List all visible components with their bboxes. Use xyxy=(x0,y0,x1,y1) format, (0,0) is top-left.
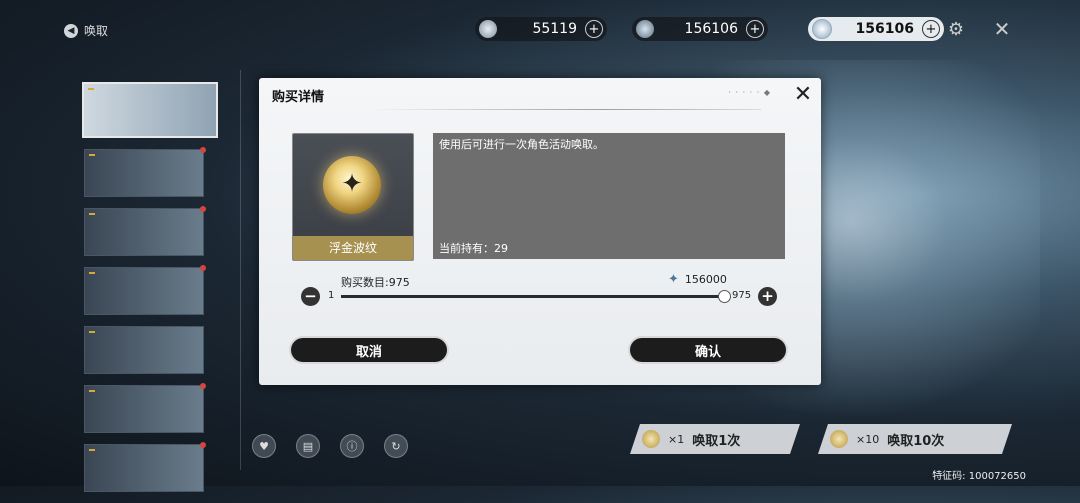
add-currency-button[interactable]: + xyxy=(922,20,940,38)
item-card: 浮金波纹 xyxy=(292,133,414,261)
lunite-icon xyxy=(636,20,654,38)
banner-list xyxy=(82,82,218,503)
header-rule xyxy=(369,109,761,110)
slider-min-label: 1 xyxy=(328,290,335,301)
banner-list-item[interactable] xyxy=(82,82,218,138)
pull-1-button[interactable]: ×1 唤取1次 xyxy=(630,424,800,454)
currency-astrite: 55119 + xyxy=(475,17,607,41)
pull-count: ×10 xyxy=(856,432,880,446)
astrite-icon xyxy=(479,20,497,38)
tide-icon xyxy=(812,19,832,39)
item-description-box: 使用后可进行一次角色活动唤取。 当前持有：29 xyxy=(433,133,785,259)
back-label: 唤取 xyxy=(84,24,109,38)
currency-value: 156106 xyxy=(855,21,914,37)
banner-list-item[interactable] xyxy=(84,206,206,256)
banner-tag xyxy=(89,390,95,392)
banner-tag xyxy=(89,272,95,274)
purchase-dialog: 购买详情 · · · · · ◆ ✕ 浮金波纹 使用后可进行一次角色活动唤取。 … xyxy=(259,78,821,385)
slider-thumb[interactable] xyxy=(718,290,731,303)
settings-icon[interactable]: ⚙ xyxy=(946,19,966,40)
notification-dot xyxy=(200,383,206,389)
forging-tide-icon xyxy=(323,156,381,214)
tide-coin-icon xyxy=(642,430,660,448)
owned-count: 当前持有：29 xyxy=(439,242,508,255)
banner-tag xyxy=(89,331,95,333)
pull-label: 唤取10次 xyxy=(887,433,945,449)
banner-list-item[interactable] xyxy=(84,265,206,315)
close-icon[interactable]: ✕ xyxy=(992,17,1012,41)
cancel-button[interactable]: 取消 xyxy=(291,338,447,362)
notification-dot xyxy=(200,206,206,212)
currency-lunite: 156106 + xyxy=(632,17,768,41)
decrease-quantity-button[interactable]: − xyxy=(301,287,320,306)
heart-icon[interactable]: ♥ xyxy=(252,434,276,458)
cost-value: 156000 xyxy=(684,273,727,286)
bottom-icon-row: ♥ ▤ ⓘ ↻ xyxy=(252,434,408,458)
info-icon[interactable]: ⓘ xyxy=(340,434,364,458)
currency-value: 55119 xyxy=(532,21,577,37)
slider-max-label: 975 xyxy=(732,290,752,301)
add-currency-button[interactable]: + xyxy=(746,20,764,38)
notification-dot xyxy=(200,442,206,448)
banner-list-item[interactable] xyxy=(84,383,206,433)
header-decoration: · · · · · ◆ xyxy=(728,88,771,97)
back-button[interactable]: ◀ 唤取 xyxy=(64,22,108,39)
item-description: 使用后可进行一次角色活动唤取。 xyxy=(439,138,604,151)
dialog-title: 购买详情 xyxy=(272,90,325,105)
notification-dot xyxy=(200,147,206,153)
banner-tag xyxy=(89,449,95,451)
pull-label: 唤取1次 xyxy=(692,433,741,449)
item-name: 浮金波纹 xyxy=(293,236,413,260)
banner-list-item[interactable] xyxy=(84,442,206,492)
banner-tag xyxy=(89,213,95,215)
record-icon[interactable]: ▤ xyxy=(296,434,320,458)
banner-list-item[interactable] xyxy=(84,147,206,197)
pull-10-button[interactable]: ×10 唤取10次 xyxy=(818,424,1012,454)
close-dialog-button[interactable]: ✕ xyxy=(791,82,815,107)
feature-code: 特征码: 100072650 xyxy=(932,471,1026,482)
add-currency-button[interactable]: + xyxy=(585,20,603,38)
banner-tag xyxy=(89,154,95,156)
total-cost: ✦ 156000 xyxy=(668,272,727,287)
history-icon[interactable]: ↻ xyxy=(384,434,408,458)
quantity-slider[interactable] xyxy=(341,290,731,303)
divider xyxy=(240,70,241,470)
back-icon: ◀ xyxy=(64,23,78,38)
currency-value: 156106 xyxy=(684,21,738,37)
slider-fill xyxy=(341,295,724,298)
dialog-header: 购买详情 · · · · · ◆ ✕ xyxy=(259,78,821,110)
lunite-icon: ✦ xyxy=(668,272,679,287)
tide-coin-icon xyxy=(830,430,848,448)
pull-count: ×1 xyxy=(668,432,685,446)
notification-dot xyxy=(200,265,206,271)
currency-tide: 156106 + xyxy=(808,17,944,41)
increase-quantity-button[interactable]: + xyxy=(758,287,777,306)
confirm-button[interactable]: 确认 xyxy=(630,338,786,362)
banner-tag xyxy=(88,88,94,90)
banner-list-item[interactable] xyxy=(84,326,204,374)
quantity-label: 购买数目:975 xyxy=(341,276,410,289)
